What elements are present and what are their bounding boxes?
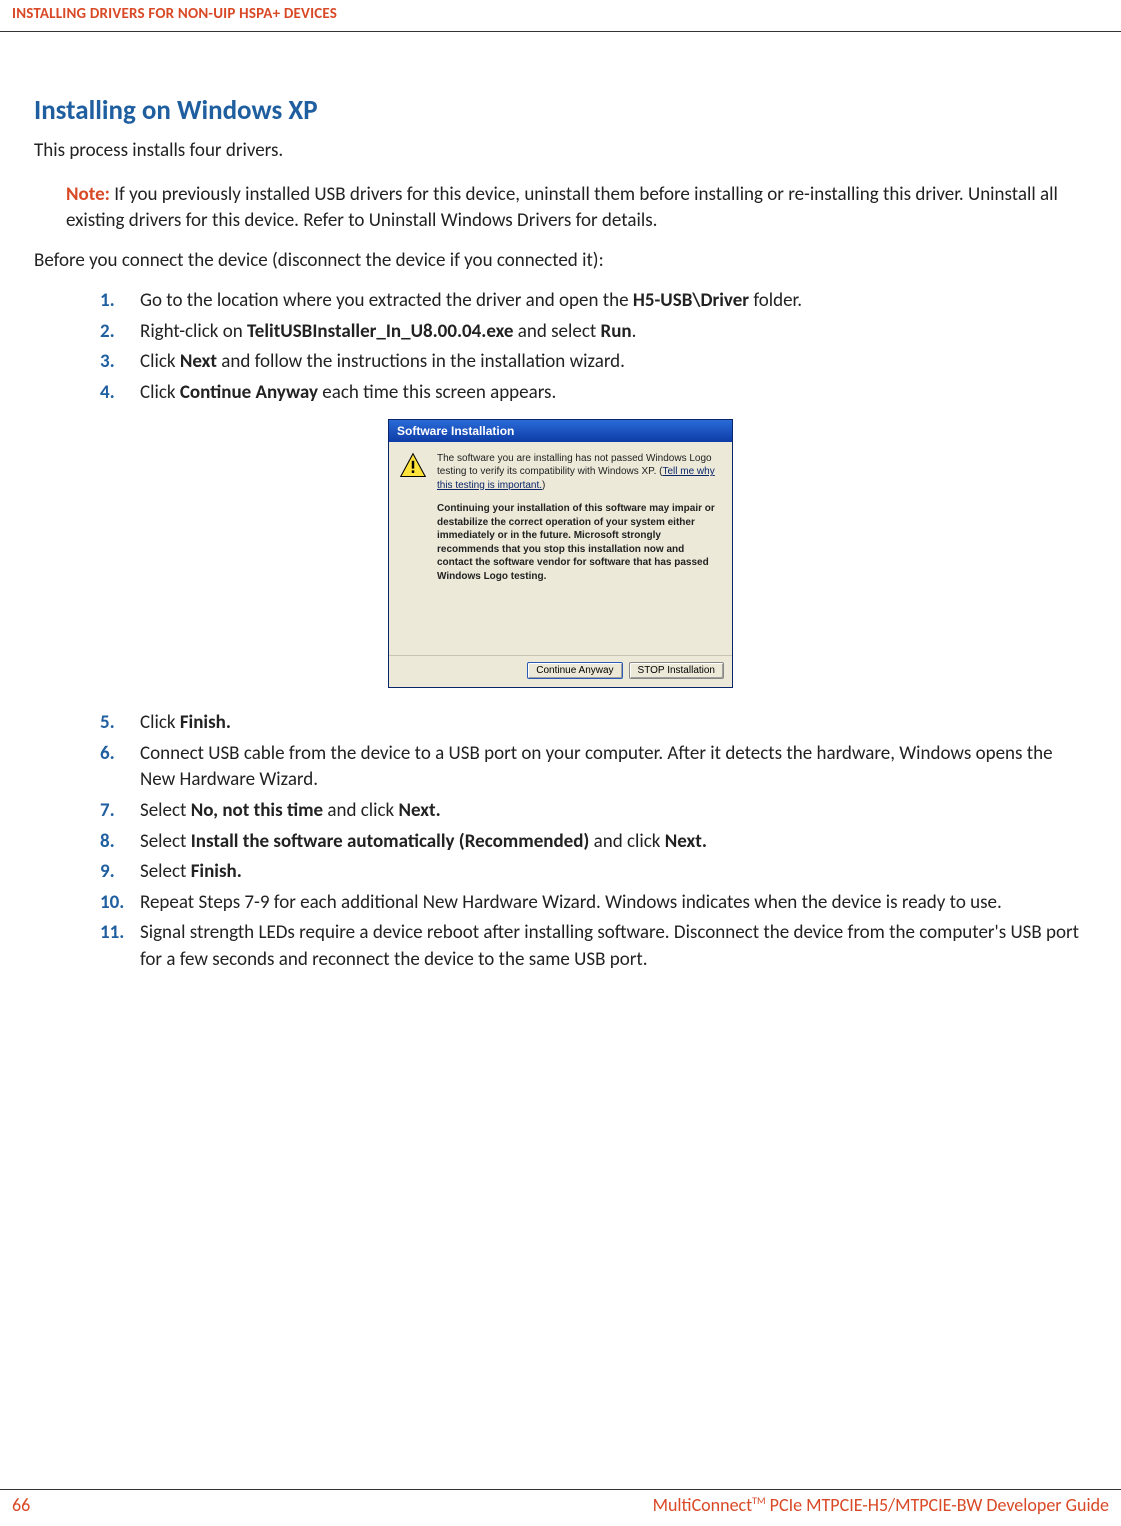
step-text: Select xyxy=(140,860,191,883)
software-installation-dialog: Software Installation The software you a… xyxy=(388,419,733,689)
page-footer: 66 MultiConnectTM PCIe MTPCIE-H5/MTPCIE-… xyxy=(0,1489,1121,1516)
step-number: 10. xyxy=(100,890,130,917)
step-bold: Run xyxy=(601,320,632,343)
footer-guide: MultiConnectTM PCIe MTPCIE-H5/MTPCIE-BW … xyxy=(653,1494,1109,1516)
note-block: Note: If you previously installed USB dr… xyxy=(34,182,1087,233)
page-content: Installing on Windows XP This process in… xyxy=(0,32,1121,974)
step-bold: H5-USB\Driver xyxy=(633,289,749,312)
step-number: 3. xyxy=(100,349,130,376)
list-item: 9. Select Finish. xyxy=(100,859,1087,886)
step-text: Repeat Steps 7-9 for each additional New… xyxy=(140,891,1002,914)
step-number: 11. xyxy=(100,920,130,947)
step-number: 9. xyxy=(100,859,130,886)
dialog-p2: Continuing your installation of this sof… xyxy=(437,502,722,583)
step-bold: Finish. xyxy=(180,711,231,734)
step-text: Go to the location where you extracted t… xyxy=(140,289,633,312)
section-heading: Installing on Windows XP xyxy=(34,94,1087,127)
step-bold: Install the software automatically (Reco… xyxy=(191,830,590,853)
header-title: INSTALLING DRIVERS FOR NON-UIP HSPA+ DEV… xyxy=(12,5,337,23)
steps-list-bottom: 5. Click Finish. 6. Connect USB cable fr… xyxy=(34,710,1087,973)
step-text: and click xyxy=(589,830,664,853)
list-item: 2. Right-click on TelitUSBInstaller_In_U… xyxy=(100,319,1087,346)
step-number: 8. xyxy=(100,829,130,856)
dialog-button-row: Continue Anyway STOP Installation xyxy=(389,655,732,687)
page-number: 66 xyxy=(12,1494,30,1516)
stop-installation-button[interactable]: STOP Installation xyxy=(629,662,724,679)
list-item: 10. Repeat Steps 7-9 for each additional… xyxy=(100,890,1087,917)
step-text: Connect USB cable from the device to a U… xyxy=(140,742,1053,792)
step-number: 4. xyxy=(100,380,130,407)
dialog-p1b: ) xyxy=(542,480,545,491)
step-text: Click xyxy=(140,350,180,373)
list-item: 7. Select No, not this time and click Ne… xyxy=(100,798,1087,825)
note-label: Note: xyxy=(66,183,110,206)
dialog-titlebar: Software Installation xyxy=(389,420,732,442)
dialog-screenshot: Software Installation The software you a… xyxy=(34,419,1087,689)
intro-text: This process installs four drivers. xyxy=(34,139,1087,162)
step-text: Signal strength LEDs require a device re… xyxy=(140,921,1079,971)
warning-icon xyxy=(399,452,427,480)
step-text: . xyxy=(632,320,637,343)
tm-icon: TM xyxy=(752,1494,765,1507)
dialog-text: The software you are installing has not … xyxy=(437,452,722,584)
step-bold: No, not this time xyxy=(191,799,323,822)
dialog-spacer xyxy=(399,583,722,645)
step-number: 2. xyxy=(100,319,130,346)
step-bold: Next. xyxy=(665,830,707,853)
step-text: folder. xyxy=(749,289,802,312)
step-number: 7. xyxy=(100,798,130,825)
step-text: Select xyxy=(140,830,191,853)
step-number: 5. xyxy=(100,710,130,737)
step-bold: Next. xyxy=(399,799,441,822)
step-text: each time this screen appears. xyxy=(318,381,556,404)
step-number: 1. xyxy=(100,288,130,315)
step-bold: Next xyxy=(180,350,217,373)
step-bold: Finish. xyxy=(191,860,242,883)
step-text: and click xyxy=(323,799,398,822)
list-item: 11. Signal strength LEDs require a devic… xyxy=(100,920,1087,973)
list-item: 6. Connect USB cable from the device to … xyxy=(100,741,1087,794)
list-item: 3. Click Next and follow the instruction… xyxy=(100,349,1087,376)
step-text: and select xyxy=(513,320,600,343)
continue-anyway-button[interactable]: Continue Anyway xyxy=(527,662,622,679)
footer-guide-post: PCIe MTPCIE-H5/MTPCIE-BW Developer Guide xyxy=(766,1494,1109,1516)
before-text: Before you connect the device (disconnec… xyxy=(34,249,1087,272)
step-text: Click xyxy=(140,711,180,734)
steps-list-top: 1. Go to the location where you extracte… xyxy=(34,288,1087,406)
step-text: Select xyxy=(140,799,191,822)
step-text: and follow the instructions in the insta… xyxy=(217,350,625,373)
list-item: 4. Click Continue Anyway each time this … xyxy=(100,380,1087,407)
list-item: 8. Select Install the software automatic… xyxy=(100,829,1087,856)
list-item: 5. Click Finish. xyxy=(100,710,1087,737)
dialog-body: The software you are installing has not … xyxy=(389,442,732,656)
list-item: 1. Go to the location where you extracte… xyxy=(100,288,1087,315)
step-number: 6. xyxy=(100,741,130,768)
step-text: Click xyxy=(140,381,180,404)
step-bold: TelitUSBInstaller_In_U8.00.04.exe xyxy=(247,320,513,343)
footer-guide-pre: MultiConnect xyxy=(653,1494,753,1516)
step-text: Right-click on xyxy=(140,320,247,343)
step-bold: Continue Anyway xyxy=(180,381,318,404)
page-header: INSTALLING DRIVERS FOR NON-UIP HSPA+ DEV… xyxy=(0,0,1121,32)
note-text: If you previously installed USB drivers … xyxy=(66,183,1058,232)
